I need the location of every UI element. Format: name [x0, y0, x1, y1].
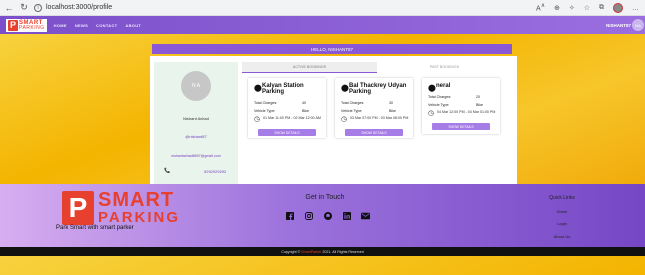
back-arrow-icon[interactable]: ←	[3, 2, 15, 14]
social-icons	[285, 211, 370, 220]
refresh-icon[interactable]: ↻	[18, 2, 30, 14]
quick-links-heading: Quick Links	[549, 195, 575, 201]
copyright-bar: Copyright © SmartParker 2021. All Rights…	[0, 247, 645, 256]
favorites-star-icon[interactable]: ☆	[584, 4, 590, 12]
total-charges-label: Total Charges:	[428, 95, 452, 99]
booking-title: neral	[436, 83, 451, 89]
profile-email: nishantavhad8697@gmail.com	[171, 154, 221, 158]
instagram-icon[interactable]	[304, 211, 313, 220]
collections-icon[interactable]: ⧉	[599, 4, 604, 12]
browser-actions: A∧ ⊕ ✧ ☆ ⧉ …	[536, 2, 639, 14]
vehicle-type-value: Bike	[389, 109, 396, 113]
site-footer: P SMART PARKING Park Smart with smart pa…	[0, 184, 645, 247]
booking-card: ⬤ Kalyan Station Parking Total Charges: …	[248, 78, 326, 138]
total-charges-label: Total Charges:	[341, 101, 365, 105]
footer-tagline: Park Smart with smart parker	[56, 225, 134, 231]
main-content: HELLO, NISHANT87 N A Nishant Avhad @nish…	[0, 34, 645, 184]
more-icon[interactable]: …	[632, 5, 639, 12]
nav-username[interactable]: NISHANT87	[606, 23, 631, 28]
quick-link-about[interactable]: About Us	[532, 234, 592, 239]
quick-link-home[interactable]: Home	[532, 209, 592, 214]
nav-home-link[interactable]: HOME	[54, 23, 67, 28]
logo-parking-text: PARKING	[19, 24, 45, 31]
vehicle-type-label: Vehicle Type:	[341, 109, 363, 113]
nav-contact-link[interactable]: CONTACT	[96, 23, 117, 28]
clock-icon: ◷	[254, 116, 261, 123]
vehicle-type-value: Bike	[476, 103, 483, 107]
linkedin-icon[interactable]	[342, 211, 351, 220]
facebook-icon[interactable]	[285, 211, 294, 220]
logo-p-mark: P	[8, 19, 18, 31]
profile-panel: N A Nishant Avhad @nishant87 nishantavha…	[150, 56, 517, 184]
nav-avatar[interactable]: NA	[632, 19, 644, 31]
footer-logo-smart: SMART	[98, 189, 175, 211]
booking-time: 03 Mar 07:00 PM - 03 Mar 08:00 PM	[350, 116, 409, 120]
tab-active-bookings[interactable]: ACTIVE BOOKINGS	[242, 62, 377, 72]
vehicle-type-value: Bike	[302, 109, 309, 113]
browser-profile-icon[interactable]	[613, 3, 623, 13]
mail-icon[interactable]	[361, 211, 370, 220]
github-icon[interactable]	[323, 211, 332, 220]
page-bottom-background	[0, 256, 645, 275]
show-details-button[interactable]: SHOW DETAILS	[345, 129, 403, 136]
total-charges-value: 40	[302, 101, 306, 105]
booking-time: 04 Mar 12:00 PM - 04 Mar 01:00 PM	[437, 110, 496, 114]
site-logo[interactable]: P SMART PARKING	[6, 18, 47, 32]
total-charges-label: Total Charges:	[254, 101, 278, 105]
nav-about-link[interactable]: ABOUT	[125, 23, 141, 28]
address-bar[interactable]: i localhost:3000/profile	[34, 2, 112, 14]
show-details-button[interactable]: SHOW DETAILS	[258, 129, 316, 136]
quick-link-login[interactable]: Login	[532, 221, 592, 226]
clock-icon: ◷	[428, 110, 435, 117]
footer-logo-parking: PARKING	[98, 209, 181, 226]
profile-name: Nishant Avhad	[183, 116, 209, 121]
nav-news-link[interactable]: NEWS	[75, 23, 88, 28]
browser-toolbar: ← ↻ i localhost:3000/profile A∧ ⊕ ✧ ☆ ⧉ …	[0, 0, 645, 16]
zoom-icon[interactable]: ⊕	[554, 4, 560, 12]
extensions-icon[interactable]: ✧	[569, 4, 575, 12]
profile-avatar: N A	[181, 71, 211, 101]
phone-icon: 📞	[164, 168, 171, 174]
get-in-touch-heading: Get in Touch	[305, 194, 345, 201]
clock-icon: ◷	[341, 116, 348, 123]
location-pin-icon: ⬤	[341, 85, 349, 92]
info-icon[interactable]: i	[34, 3, 42, 12]
nav-links: HOME NEWS CONTACT ABOUT	[54, 23, 142, 28]
booking-tabs: ACTIVE BOOKINGS PAST BOOKINGS	[242, 62, 512, 72]
copyright-suffix: 2021. All Rights Reserved	[322, 249, 364, 254]
booking-card: ⬤ neral Total Charges: 20 Vehicle Type: …	[422, 78, 500, 134]
profile-phone: 9292929292	[204, 169, 227, 174]
show-details-button[interactable]: SHOW DETAILS	[432, 123, 490, 130]
total-charges-value: 20	[476, 95, 480, 99]
url-text[interactable]: localhost:3000/profile	[46, 4, 112, 11]
booking-card: ⬤ Bal Thackrey Udyan Parking Total Charg…	[335, 78, 413, 138]
site-navbar: P SMART PARKING HOME NEWS CONTACT ABOUT …	[0, 16, 645, 34]
profile-username: @nishant87	[185, 134, 207, 139]
location-pin-icon: ⬤	[254, 85, 262, 92]
copyright-prefix: Copyright ©	[281, 249, 301, 254]
vehicle-type-label: Vehicle Type:	[428, 103, 450, 107]
footer-logo-wordmark: SMART PARKING	[98, 190, 180, 225]
profile-card: N A Nishant Avhad @nishant87 nishantavha…	[154, 62, 238, 184]
booking-title: Kalyan Station Parking	[262, 83, 304, 96]
footer-logo[interactable]: P SMART PARKING	[62, 190, 180, 225]
tab-indicator	[242, 72, 377, 73]
logo-wordmark: SMART PARKING	[19, 20, 45, 31]
vehicle-type-label: Vehicle Type:	[254, 109, 276, 113]
booking-title: Bal Thackrey Udyan Parking	[349, 83, 407, 96]
location-pin-icon: ⬤	[428, 85, 436, 92]
footer-logo-p-mark: P	[62, 190, 94, 225]
booking-time: 01 Mar 11:00 PM - 02 Mar 12:00 AM	[263, 116, 321, 120]
read-aloud-icon[interactable]: A∧	[536, 3, 545, 12]
total-charges-value: 30	[389, 101, 393, 105]
tab-past-bookings[interactable]: PAST BOOKINGS	[377, 62, 512, 72]
greeting-bar: HELLO, NISHANT87	[152, 44, 512, 54]
copyright-brand-link[interactable]: SmartParker	[301, 250, 321, 254]
